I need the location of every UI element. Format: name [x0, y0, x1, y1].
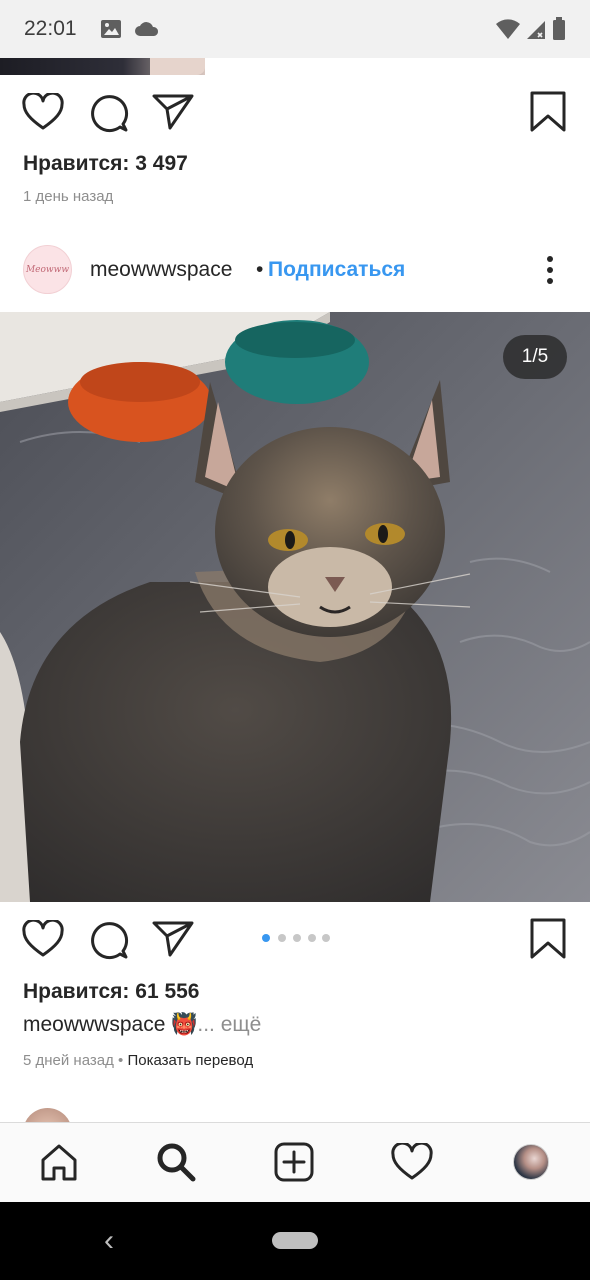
comment-icon[interactable]: [89, 920, 129, 960]
show-translation-link[interactable]: Показать перевод: [127, 1052, 253, 1069]
status-time: 22:01: [24, 17, 77, 40]
carousel-dot-5: [322, 934, 330, 942]
post-username[interactable]: meowwwspace: [90, 258, 232, 282]
caption-username[interactable]: meowwwspace: [23, 1013, 165, 1036]
activity-heart-icon: [391, 1143, 433, 1180]
separator-dot: •: [256, 258, 264, 281]
search-icon: [157, 1143, 196, 1182]
photo-counter-badge: 1/5: [503, 335, 567, 379]
home-icon: [41, 1144, 77, 1181]
add-post-icon: [274, 1142, 314, 1182]
home-pill-button[interactable]: [272, 1232, 318, 1249]
previous-post-image[interactable]: [0, 58, 205, 75]
heart-icon[interactable]: [22, 93, 64, 131]
share-icon[interactable]: [152, 93, 194, 131]
tab-profile[interactable]: [507, 1138, 555, 1186]
share-icon[interactable]: [152, 920, 194, 958]
bookmark-icon[interactable]: [530, 91, 566, 133]
follow-button[interactable]: Подписаться: [268, 258, 405, 282]
caption[interactable]: meowwwspace 👹... ещё: [23, 1013, 261, 1037]
meta-separator: •: [113, 1052, 128, 1069]
post-likes[interactable]: Нравится: 61 556: [23, 980, 200, 1004]
carousel-dot-3: [293, 934, 301, 942]
post-photo[interactable]: [0, 312, 590, 902]
avatar[interactable]: Meowww: [23, 245, 72, 294]
avatar-logo-text: Meowww: [25, 264, 70, 275]
carousel-dot-2: [278, 934, 286, 942]
more-options-icon[interactable]: [537, 254, 563, 286]
cloud-icon: [134, 19, 160, 42]
previous-post-likes[interactable]: Нравится: 3 497: [23, 152, 188, 176]
like-icon[interactable]: [22, 920, 64, 958]
profile-avatar: [513, 1144, 549, 1180]
signal-icon: [526, 18, 546, 45]
cat-photo-illustration: [0, 312, 590, 902]
previous-post-time: 1 день назад: [23, 188, 114, 205]
battery-icon: [552, 17, 566, 46]
next-post-avatar[interactable]: [23, 1108, 72, 1122]
bookmark-icon[interactable]: [530, 918, 566, 960]
carousel-dot-1: [262, 934, 270, 942]
image-icon: [100, 18, 122, 45]
tab-new-post[interactable]: [270, 1138, 318, 1186]
caption-emoji: 👹: [171, 1013, 198, 1036]
comment-icon[interactable]: [89, 93, 129, 133]
post-time: 5 дней назад: [23, 1052, 114, 1069]
tab-activity[interactable]: [388, 1138, 436, 1186]
back-button[interactable]: ‹: [104, 1224, 114, 1258]
tab-home[interactable]: [35, 1138, 83, 1186]
caption-more-link[interactable]: ... ещё: [197, 1013, 261, 1036]
carousel-dot-4: [308, 934, 316, 942]
wifi-icon: [495, 18, 521, 45]
post-meta: 5 дней назад • Показать перевод: [23, 1052, 253, 1069]
tab-search[interactable]: [152, 1138, 200, 1186]
